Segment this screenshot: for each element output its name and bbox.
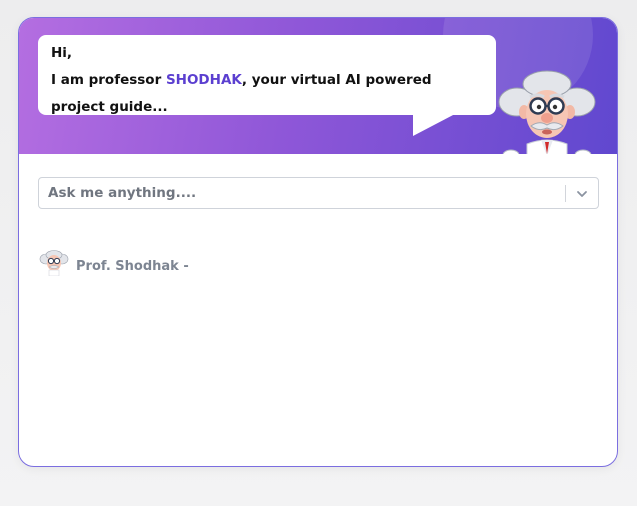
header-banner: Hi, I am professor SHODHAK, your virtual…: [19, 18, 617, 154]
chevron-down-icon[interactable]: [576, 188, 588, 200]
brand-name: SHODHAK: [165, 72, 242, 88]
professor-illustration: [498, 70, 596, 154]
greeting-bubble: Hi, I am professor SHODHAK, your virtual…: [38, 35, 496, 115]
ask-select[interactable]: [38, 177, 599, 209]
bubble-tail: [413, 114, 455, 136]
bot-message: Prof. Shodhak -: [39, 250, 189, 276]
select-divider: [565, 185, 566, 202]
chat-card: Hi, I am professor SHODHAK, your virtual…: [18, 17, 618, 467]
greeting-line-1: Hi,: [51, 45, 73, 61]
greeting-line-2-suffix: , your virtual AI powered: [241, 72, 432, 88]
sender-name: Prof. Shodhak -: [76, 258, 189, 274]
greeting-line-2-prefix: I am professor: [51, 72, 166, 88]
page: Hi, I am professor SHODHAK, your virtual…: [0, 0, 637, 506]
professor-avatar-icon: [39, 250, 69, 276]
greeting-line-2: I am professor SHODHAK, your virtual AI …: [51, 67, 483, 94]
search-input[interactable]: [39, 178, 568, 208]
